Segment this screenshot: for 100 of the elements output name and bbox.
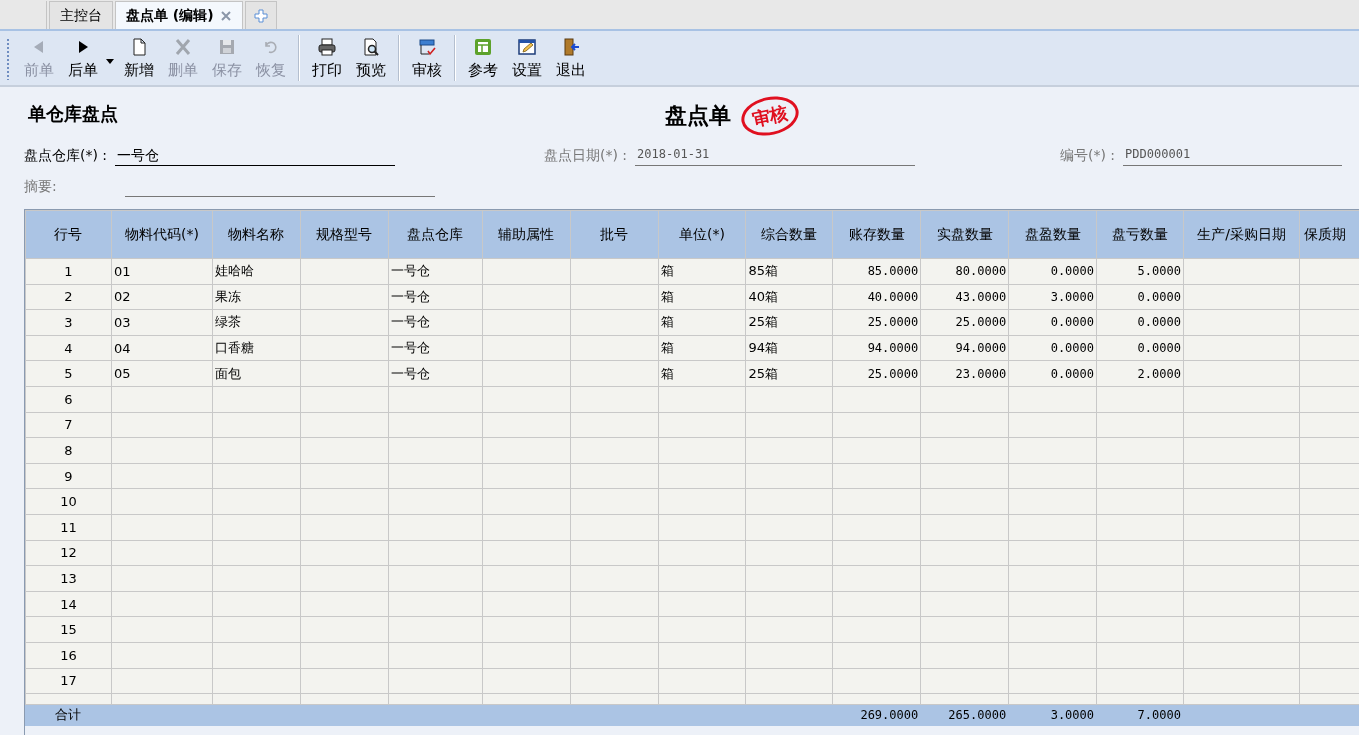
- field-label: 摘要:: [24, 178, 57, 196]
- table-cell: 43.0000: [955, 289, 1007, 304]
- table-cell: 一号仓: [390, 263, 430, 279]
- column-header[interactable]: 生产/采购日期: [1183, 210, 1300, 259]
- column-header[interactable]: 单位(*): [658, 210, 746, 259]
- table-cell: 3: [64, 315, 73, 330]
- total-label: 合计: [55, 707, 82, 723]
- column-header[interactable]: 综合数量: [745, 210, 833, 259]
- table-cell: 16: [60, 647, 77, 663]
- table-cell: 2.0000: [1137, 366, 1181, 381]
- preview-icon: [361, 36, 381, 57]
- table-cell: 15: [60, 622, 77, 638]
- toolbar-button[interactable]: 审核: [408, 36, 446, 80]
- table-cell: 13: [60, 570, 77, 586]
- toolbar-button[interactable]: 新增: [120, 36, 158, 80]
- table-cell: 一号仓: [390, 288, 430, 304]
- column-header[interactable]: 物料代码(*): [111, 210, 213, 259]
- layout-icon: [473, 36, 493, 57]
- table-cell: 23.0000: [955, 366, 1007, 381]
- table-cell: 2: [64, 289, 73, 305]
- table-cell: 娃哈哈: [214, 263, 254, 279]
- column-header[interactable]: 规格型号: [300, 210, 389, 259]
- toolbar-button[interactable]: 设置: [508, 36, 546, 80]
- table-cell: 9: [64, 468, 73, 484]
- form-title: 盘点单: [665, 102, 731, 130]
- table-cell: 果冻: [214, 288, 241, 304]
- column-header[interactable]: 行号: [25, 210, 112, 259]
- table-cell: 04: [113, 340, 131, 356]
- column-header[interactable]: 实盘数量: [920, 210, 1009, 259]
- new-tab-button[interactable]: [244, 1, 277, 29]
- column-header[interactable]: 辅助属性: [482, 210, 571, 259]
- table-cell: 3.0000: [1050, 289, 1094, 304]
- toolbar-button[interactable]: 参考: [464, 36, 502, 80]
- table-cell: 0.0000: [1137, 341, 1181, 356]
- total-cell: 269.0000: [860, 708, 919, 723]
- toolbar-button[interactable]: 退出: [552, 36, 590, 80]
- table-cell: 0.0000: [1137, 289, 1181, 304]
- tab[interactable]: 盘点单 (编辑): [115, 1, 243, 29]
- field-label: 编号(*) :: [1060, 147, 1116, 165]
- table-cell: 40.0000: [867, 289, 919, 304]
- toolbar-grip[interactable]: [6, 36, 10, 80]
- printer-icon: [317, 36, 337, 57]
- number-field[interactable]: PDD000001: [1123, 146, 1343, 166]
- table-cell: 03: [113, 315, 131, 330]
- table-cell: 8: [64, 442, 73, 458]
- field-label: 盘点仓库(*) :: [24, 147, 108, 165]
- table-cell: 4: [64, 340, 73, 356]
- exit-icon: [561, 36, 581, 57]
- approve-icon: [417, 36, 437, 57]
- column-header[interactable]: 盘盈数量: [1008, 210, 1097, 259]
- table-cell: 85.0000: [867, 264, 919, 279]
- form-subtitle: 单仓库盘点: [28, 102, 118, 126]
- caret-icon[interactable]: [106, 58, 114, 64]
- table-cell: 0.0000: [1050, 264, 1094, 279]
- table-cell: 箱: [660, 365, 674, 381]
- table-cell: 0.0000: [1050, 315, 1094, 330]
- table-cell: 箱: [660, 340, 674, 356]
- total-cell: 3.0000: [1050, 708, 1094, 723]
- table-cell: 12: [60, 545, 77, 561]
- date-field[interactable]: 2018-01-31: [635, 146, 916, 166]
- column-header[interactable]: 盘亏数量: [1096, 210, 1184, 259]
- total-cell: 265.0000: [948, 708, 1007, 723]
- table-cell: 11: [60, 519, 77, 535]
- table-cell: 0.0000: [1137, 315, 1181, 330]
- table-cell: 40箱: [748, 288, 778, 304]
- table-cell: 口香糖: [214, 340, 254, 356]
- warehouse-field[interactable]: 一号仓: [115, 146, 396, 166]
- toolbar-button[interactable]: 预览: [352, 36, 390, 80]
- table-cell: 一号仓: [390, 340, 430, 356]
- table-cell: 箱: [660, 314, 674, 330]
- table-cell: 0.0000: [1050, 341, 1094, 356]
- table-cell: 10: [60, 494, 77, 510]
- table-cell: 5.0000: [1137, 264, 1181, 279]
- total-cell: 7.0000: [1137, 708, 1181, 723]
- table-cell: 80.0000: [955, 264, 1007, 279]
- tab[interactable]: 主控台: [49, 1, 113, 29]
- toolbar-button[interactable]: 打印: [308, 36, 346, 80]
- toolbar-button[interactable]: 后单: [64, 36, 114, 80]
- column-header[interactable]: 批号: [570, 210, 658, 259]
- table-cell: 6: [64, 391, 73, 407]
- table-cell: 面包: [214, 365, 241, 381]
- table-cell: 25.0000: [867, 366, 919, 381]
- column-header[interactable]: 账存数量: [832, 210, 921, 259]
- table-cell: 94箱: [748, 340, 778, 356]
- table-cell: 一号仓: [390, 365, 430, 381]
- table-cell: 25.0000: [955, 315, 1007, 330]
- table-cell: 02: [113, 289, 131, 305]
- table-cell: 94.0000: [955, 341, 1007, 356]
- close-icon[interactable]: [219, 9, 232, 22]
- table-cell: 25箱: [748, 314, 778, 330]
- table-cell: 17: [60, 673, 77, 689]
- table-cell: 14: [60, 596, 77, 612]
- table-cell: 绿茶: [214, 314, 241, 330]
- column-header[interactable]: 盘点仓库: [388, 210, 483, 259]
- column-header[interactable]: 保质期: [1299, 210, 1359, 259]
- settings-icon: [517, 36, 537, 57]
- column-header[interactable]: 物料名称: [212, 210, 301, 259]
- field-label: 盘点日期(*) :: [544, 147, 628, 165]
- table-cell: 85箱: [748, 263, 778, 279]
- table-cell: 0.0000: [1050, 366, 1094, 381]
